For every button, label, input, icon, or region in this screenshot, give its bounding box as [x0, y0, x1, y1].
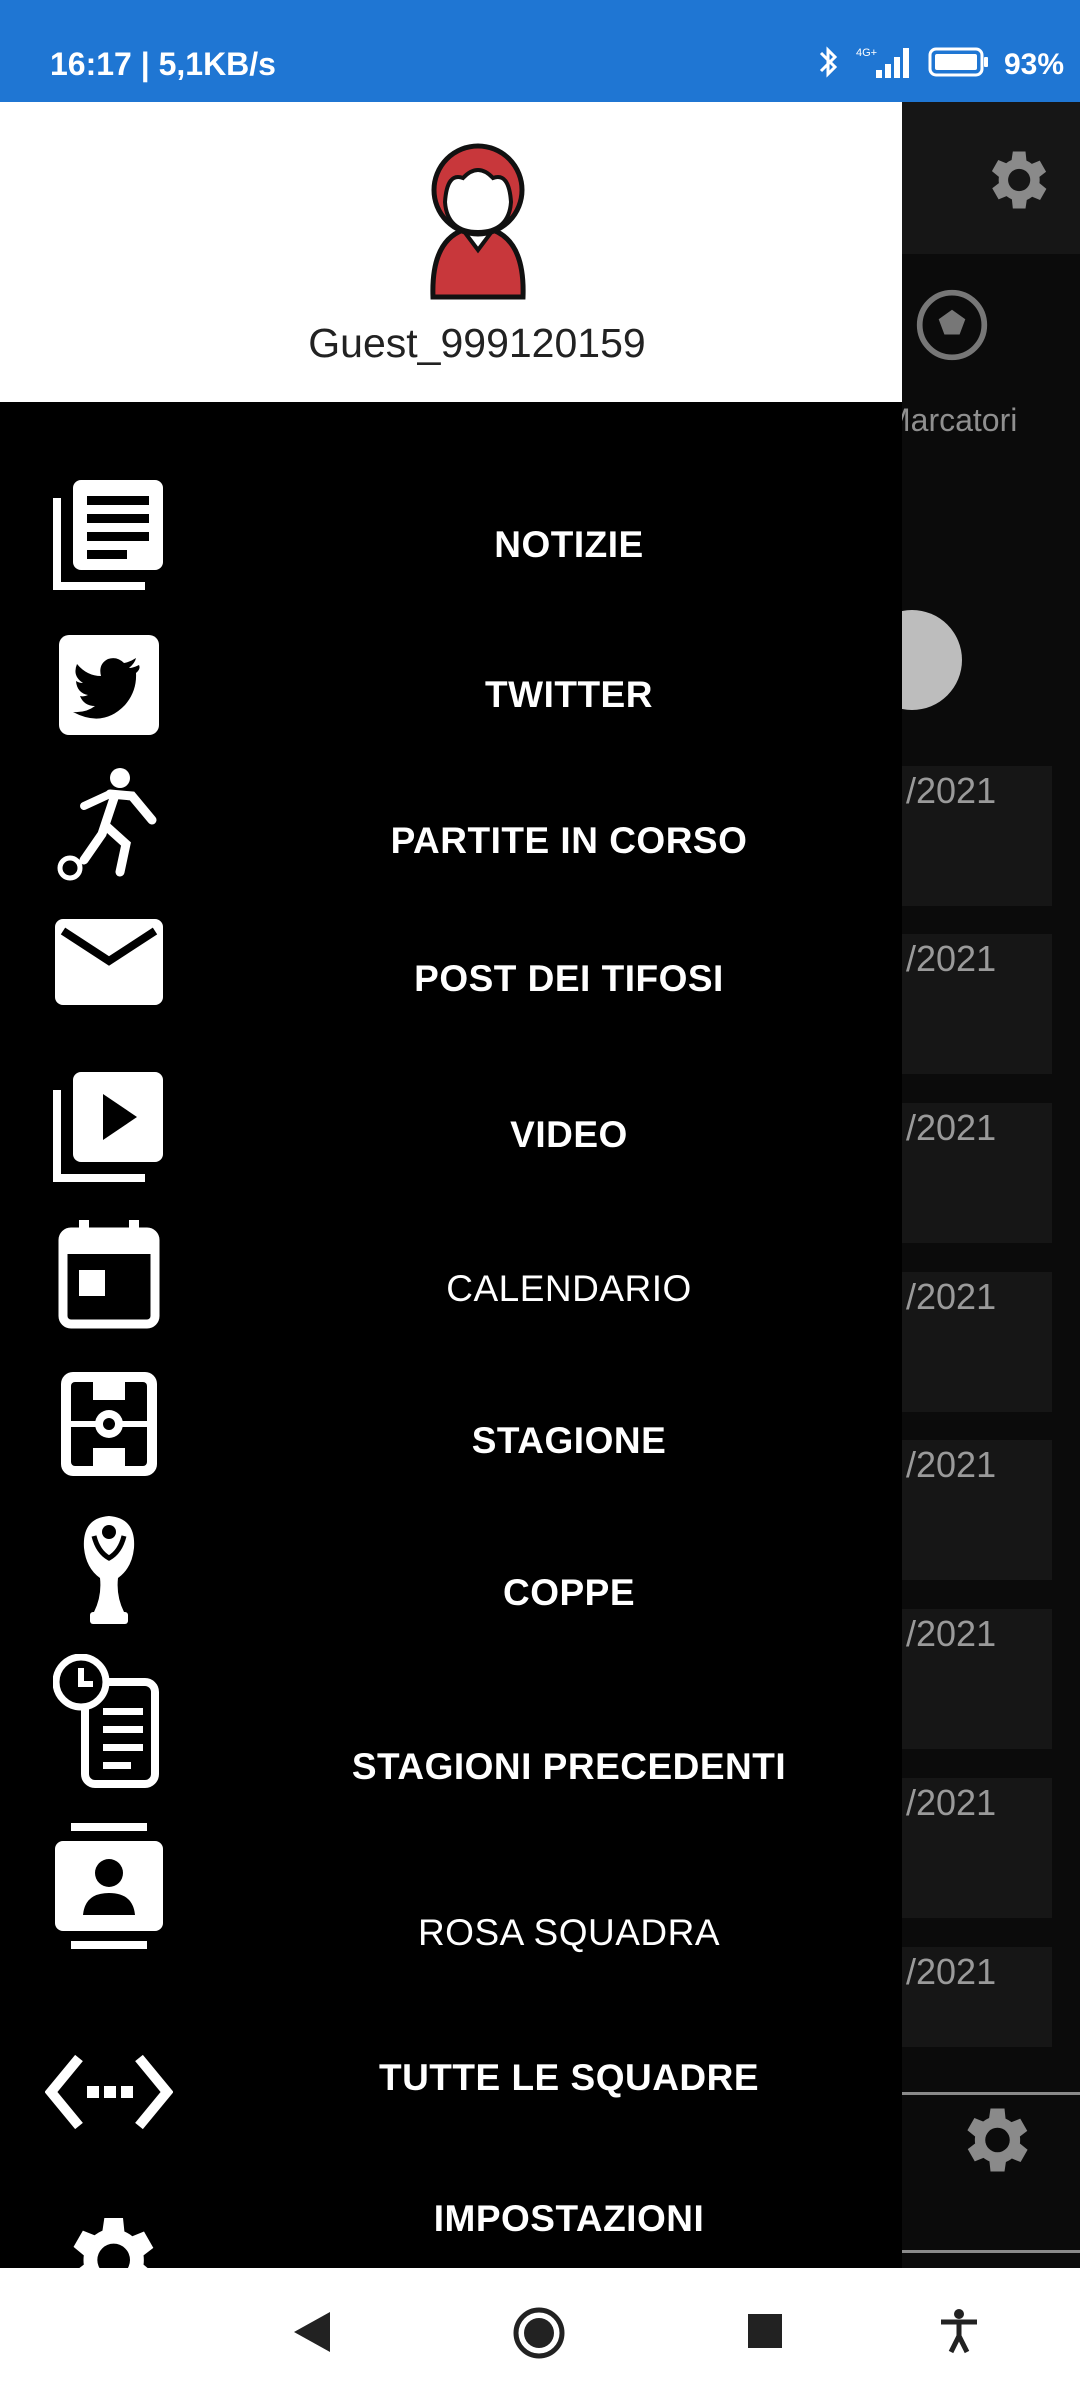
divider — [902, 2250, 1080, 2253]
back-icon[interactable] — [290, 2308, 334, 2361]
menu-item-label: NOTIZIE — [494, 524, 644, 565]
menu-item-label: ROSA SQUADRA — [417, 1912, 721, 1953]
menu-item-post-dei-tifosi[interactable]: POST DEI TIFOSI — [0, 919, 902, 1074]
bluetooth-icon — [818, 44, 840, 85]
match-date: /2021 — [906, 1444, 997, 1485]
status-bar: 16:17 | 5,1KB/s 4G+ 93% — [0, 0, 1080, 102]
background-toolbar — [902, 102, 1080, 254]
menu-item-label: TUTTE LE SQUADRE — [378, 2057, 760, 2098]
menu-item-impostazioni[interactable]: IMPOSTAZIONI — [0, 2110, 902, 2302]
status-time-speed: 16:17 | 5,1KB/s — [50, 46, 276, 82]
menu-item-label: IMPOSTAZIONI — [433, 2198, 705, 2239]
match-date: /2021 — [906, 1613, 997, 1654]
avatar[interactable] — [423, 132, 533, 307]
drawer-header: Guest_999120159 — [0, 102, 902, 402]
username: Guest_999120159 — [308, 320, 646, 366]
calendar-icon — [44, 1214, 174, 1334]
recents-icon[interactable] — [746, 2312, 784, 2355]
menu-item-video[interactable]: VIDEO — [0, 1072, 902, 1222]
menu-item-coppe[interactable]: COPPE — [0, 1516, 902, 1666]
battery-percent: 93% — [1003, 47, 1064, 81]
menu-item-twitter[interactable]: TWITTER — [0, 630, 902, 778]
background-app-panel: Marcatori /2021 /2021 /2021 /2021 /2021 … — [862, 102, 1080, 2268]
menu-item-label: COPPE — [502, 1572, 636, 1613]
match-card[interactable]: /2021 — [902, 766, 1052, 906]
soccer-player-icon — [44, 764, 174, 884]
menu-item-label: POST DEI TIFOSI — [414, 958, 724, 999]
soccer-field-icon — [44, 1364, 174, 1484]
menu-item-label: PARTITE IN CORSO — [390, 820, 748, 861]
history-clipboard-icon — [44, 1654, 174, 1788]
divider — [902, 2092, 1080, 2095]
match-date: /2021 — [906, 1276, 997, 1317]
menu-item-rosa-squadra[interactable]: ROSA SQUADRA — [0, 1814, 902, 1962]
tab-marcatori-label: Marcatori — [884, 402, 1018, 438]
match-card[interactable]: /2021 — [902, 1609, 1052, 1749]
status-icons: 4G+ 93% — [818, 44, 1064, 85]
system-navigation-bar — [0, 2268, 1080, 2400]
network-type-label: 4G+ — [856, 47, 877, 59]
twitter-icon — [44, 625, 174, 745]
menu-item-calendario[interactable]: CALENDARIO — [0, 1220, 902, 1370]
match-date: /2021 — [906, 1951, 997, 1992]
match-card[interactable]: /2021 — [902, 1103, 1052, 1243]
menu-item-stagioni-precedenti[interactable]: STAGIONI PRECEDENTI — [0, 1654, 902, 1814]
trophy-icon — [44, 1510, 174, 1630]
match-date: /2021 — [906, 1782, 997, 1823]
match-card[interactable]: /2021 — [902, 1947, 1052, 2047]
match-card[interactable]: /2021 — [902, 1778, 1052, 1918]
news-icon — [44, 472, 174, 592]
tab-marcatori[interactable]: Marcatori — [884, 402, 1017, 439]
video-library-icon — [44, 1064, 174, 1184]
menu-item-notizie[interactable]: NOTIZIE — [0, 480, 902, 630]
menu-item-label: CALENDARIO — [446, 1268, 692, 1309]
navigation-drawer: Guest_999120159 NOTIZIE TWITTER PARTITE … — [0, 102, 902, 2302]
home-icon[interactable] — [512, 2306, 566, 2365]
match-date: /2021 — [906, 1107, 997, 1148]
contact-card-icon — [44, 1823, 174, 1949]
menu-item-tutte-le-squadre[interactable]: TUTTE LE SQUADRE — [0, 1962, 902, 2130]
accessibility-icon[interactable] — [938, 2308, 980, 2359]
match-date: /2021 — [906, 770, 997, 811]
battery-icon — [928, 46, 990, 83]
menu-item-stagione[interactable]: STAGIONE — [0, 1370, 902, 1518]
menu-item-label: VIDEO — [510, 1114, 628, 1155]
match-card[interactable]: /2021 — [902, 1272, 1052, 1412]
gear-icon[interactable] — [952, 2098, 1036, 2187]
gear-icon[interactable] — [978, 142, 1054, 223]
match-card[interactable]: /2021 — [902, 934, 1052, 1074]
match-date: /2021 — [906, 938, 997, 979]
mail-icon — [44, 902, 174, 1022]
match-card[interactable]: /2021 — [902, 1440, 1052, 1580]
signal-icon: 4G+ — [854, 44, 914, 85]
menu-item-label: TWITTER — [485, 674, 653, 715]
menu-item-label: STAGIONE — [471, 1420, 667, 1461]
menu-item-label: STAGIONI PRECEDENTI — [351, 1746, 787, 1787]
